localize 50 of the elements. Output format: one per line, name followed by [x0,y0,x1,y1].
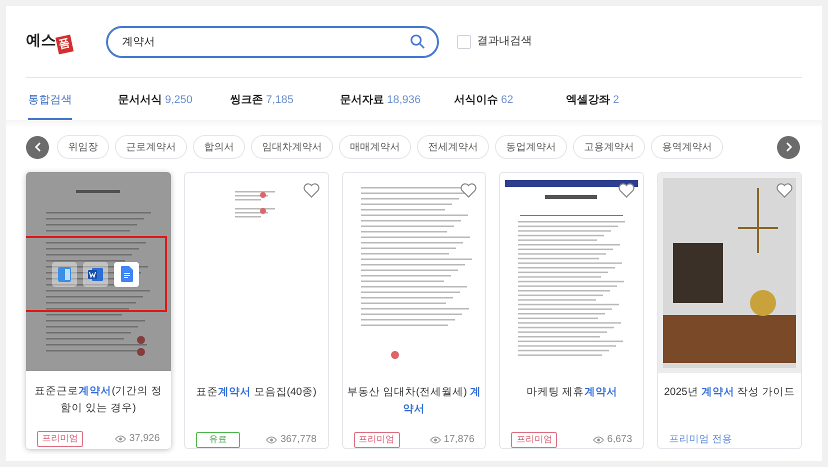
access-label: 프리미엄 전용 [669,433,732,447]
keyword-chip[interactable]: 동업계약서 [495,135,567,159]
card-title: 부동산 임대차(전세월세) 계약서 [346,385,482,417]
keyword-chip[interactable]: 전세계약서 [417,135,489,159]
keyword-chip[interactable]: 매매계약서 [339,135,411,159]
word-icon[interactable] [83,262,108,286]
keyword-chip[interactable]: 근로계약서 [115,135,187,159]
chevron-icon [784,142,792,152]
badge: 프리미엄 [354,432,400,448]
keyword-chip[interactable]: 고용계약서 [573,135,645,159]
document-card[interactable]: 마케팅 제휴계약서 프리미엄 6,673 [499,172,644,449]
document-card[interactable]: 부동산 임대차(전세월세) 계약서 프리미엄 17,876 [342,172,486,449]
keyword-chip[interactable]: 위임장 [57,135,109,159]
keyword-chip[interactable]: 임대차계약서 [251,135,333,159]
document-card[interactable]: 표준계약서 모음집(40종) 유료 367,778 [184,172,329,449]
card-title: 2025년 계약서 작성 가이드 [663,385,796,400]
search-icon[interactable] [410,34,425,48]
badge: 프리미엄 [37,431,83,446]
card-title: 표준근로계약서(기간의 정함이 있는 경우) [34,384,164,416]
eye-icon [593,436,604,444]
eye-icon [266,436,278,444]
tab[interactable]: 문서자료 18,936 [340,82,421,120]
previous-button[interactable] [26,136,49,158]
card-title: 마케팅 제휴계약서 [525,385,618,400]
view-count: 17,876 [444,433,474,448]
eye-icon [115,434,126,443]
document-card[interactable]: 표준근로계약서(기간의 정함이 있는 경우) 프리미엄 37,926 [26,172,171,449]
chevron-icon [34,142,42,152]
tab[interactable]: 문서서식 9,250 [118,82,193,120]
document-icon[interactable] [114,262,139,286]
tab[interactable]: 서식이슈 62 [454,82,514,120]
keyword-chip[interactable]: 용역계약서 [651,135,723,159]
view-count: 6,673 [607,433,632,448]
checkbox[interactable] [457,34,471,48]
checkbox-label: 결과내검색 [477,34,532,50]
keyword-chip[interactable]: 합의서 [193,135,245,159]
document-card[interactable]: 2025년 계약서 작성 가이드 프리미엄 전용 [657,172,802,449]
tab[interactable]: 엑셀강좌 2 [566,82,620,120]
search-field[interactable]: 계약서 [106,26,439,58]
view-count: 37,926 [129,432,160,446]
eye-icon [430,436,441,444]
phone-document-icon[interactable] [52,262,77,286]
tab[interactable]: 씽크존 7,185 [230,82,294,120]
badge: 프리미엄 [511,432,558,448]
badge: 유료 [196,432,240,448]
heart-icon[interactable] [618,183,636,198]
card-title: 표준계약서 모음집(40종) [194,385,318,400]
view-count: 367,778 [280,433,317,448]
next-button[interactable] [777,136,800,158]
logo[interactable]: 예스 폼 [26,30,86,53]
